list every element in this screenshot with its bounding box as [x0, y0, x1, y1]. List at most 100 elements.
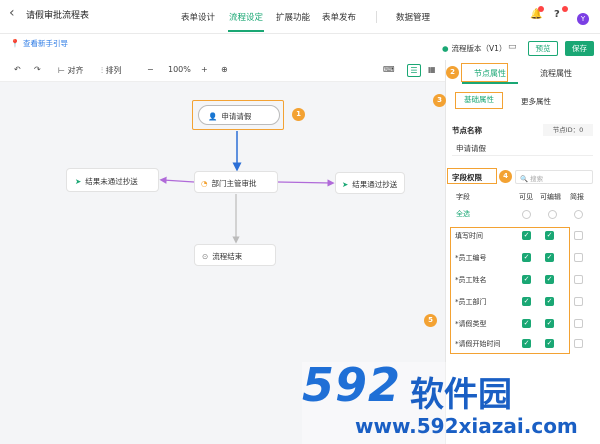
- brief-checkbox[interactable]: [574, 297, 583, 306]
- subtab-basic-properties[interactable]: 基础属性: [455, 92, 503, 109]
- watermark-brand: 软件园: [410, 375, 512, 415]
- node-flow-end[interactable]: ⊙ 流程结束: [194, 244, 276, 266]
- node-tab-underline: [462, 82, 518, 84]
- brief-checkbox[interactable]: [574, 339, 583, 348]
- watermark-number: 592: [302, 358, 402, 412]
- node-tab-highlight: [461, 63, 508, 82]
- nav-divider: [376, 11, 377, 23]
- brief-checkbox[interactable]: [574, 275, 583, 284]
- align-icon: ⊢: [58, 66, 65, 75]
- col-header-brief: 简报: [570, 193, 584, 201]
- canvas-toolbar: ↶ ↷ ⊢ 对齐 ⫶ 排列 − 100% + ⊕ ⌨ ☰ ▦: [0, 60, 445, 82]
- callout-3: 3: [433, 94, 446, 107]
- stop-icon: ⊙: [202, 252, 209, 261]
- arrange-icon: ⫶: [101, 66, 103, 75]
- zoom-in-button[interactable]: +: [201, 65, 208, 74]
- tab-flow-properties[interactable]: 流程属性: [540, 68, 572, 79]
- connector-manager-pass[interactable]: [277, 179, 335, 187]
- guide-text: 查看新手引导: [22, 39, 68, 48]
- node-apply-leave-label: 申请请假: [221, 112, 252, 121]
- field-row-label: *员工姓名: [455, 276, 487, 284]
- search-icon: 🔍: [520, 175, 531, 183]
- visible-checkbox[interactable]: ✓: [522, 319, 531, 328]
- tab-extensions[interactable]: 扩展功能: [276, 11, 310, 23]
- align-label: 对齐: [67, 66, 84, 75]
- editable-checkbox[interactable]: ✓: [545, 339, 554, 348]
- editable-checkbox[interactable]: ✓: [545, 275, 554, 284]
- list-view-icon[interactable]: ☰: [407, 64, 421, 77]
- zoom-out-button[interactable]: −: [147, 65, 154, 74]
- undo-icon[interactable]: ↶: [14, 65, 21, 74]
- top-bar: ‹ 请假审批流程表 表单设计 流程设定 扩展功能 表单发布 数据管理 🔔 ? Y: [0, 0, 600, 34]
- callout-2: 2: [446, 66, 459, 79]
- help-badge: [562, 6, 568, 12]
- subtab-more-properties[interactable]: 更多属性: [521, 96, 551, 107]
- save-button[interactable]: 保存: [565, 41, 594, 56]
- editable-checkbox[interactable]: ✓: [545, 231, 554, 240]
- field-row-label: *请假类型: [455, 320, 487, 328]
- tab-data-management[interactable]: 数据管理: [396, 11, 430, 23]
- callout-1: 1: [292, 108, 305, 121]
- col-header-visible: 可见: [519, 193, 533, 201]
- chevron-left-icon[interactable]: ‹: [9, 5, 15, 21]
- editable-checkbox[interactable]: ✓: [545, 253, 554, 262]
- notification-badge: [538, 6, 544, 12]
- node-pass-cc[interactable]: ➤ 结果通过抄送: [335, 172, 405, 194]
- node-manager-approval[interactable]: ◔ 部门主管审批: [194, 171, 278, 193]
- redo-icon[interactable]: ↷: [34, 65, 41, 74]
- col-header-editable: 可编辑: [540, 193, 561, 201]
- flow-version[interactable]: ● 流程版本（V1）: [442, 43, 506, 54]
- field-row-label: *员工部门: [455, 298, 487, 306]
- field-search-input[interactable]: 🔍 搜索: [515, 170, 593, 184]
- node-reject-cc[interactable]: ➤ 结果未通过抄送: [66, 168, 159, 192]
- brief-checkbox[interactable]: [574, 231, 583, 240]
- clock-icon: ◔: [201, 179, 208, 188]
- node-name-field[interactable]: 申请请假: [452, 140, 593, 156]
- guide-link[interactable]: 📍 查看新手引导: [10, 38, 68, 49]
- active-tab-underline: [228, 30, 264, 32]
- visible-checkbox[interactable]: ✓: [522, 231, 531, 240]
- status-dot-icon: ●: [442, 44, 449, 53]
- comment-icon[interactable]: ▭: [508, 42, 517, 52]
- callout-5: 5: [424, 314, 437, 327]
- align-button[interactable]: ⊢ 对齐: [58, 65, 84, 76]
- connector-manager-reject[interactable]: [159, 176, 195, 184]
- grid-view-icon[interactable]: ▦: [428, 65, 436, 74]
- node-id-badge: 节点ID：0: [543, 124, 593, 136]
- callout-4: 4: [499, 170, 512, 183]
- form-title: 请假审批流程表: [26, 11, 90, 21]
- visible-checkbox[interactable]: ✓: [522, 297, 531, 306]
- tab-form-publish[interactable]: 表单发布: [322, 11, 356, 23]
- field-list-highlight: [450, 227, 570, 354]
- person-icon: 👤: [208, 112, 218, 121]
- visible-checkbox[interactable]: ✓: [522, 339, 531, 348]
- field-permission-label: 字段权限: [452, 173, 482, 182]
- select-all-editable-checkbox[interactable]: [548, 210, 557, 219]
- help-icon[interactable]: ?: [554, 9, 560, 20]
- visible-checkbox[interactable]: ✓: [522, 275, 531, 284]
- arrange-label: 排列: [105, 66, 122, 75]
- preview-button[interactable]: 预览: [528, 41, 558, 56]
- editable-checkbox[interactable]: ✓: [545, 297, 554, 306]
- brief-checkbox[interactable]: [574, 253, 583, 262]
- field-row-label: *员工编号: [455, 254, 487, 262]
- brief-checkbox[interactable]: [574, 319, 583, 328]
- node-manager-approval-label: 部门主管审批: [211, 179, 257, 188]
- send-icon: ➤: [75, 177, 82, 186]
- send-icon: ➤: [342, 180, 349, 189]
- avatar[interactable]: Y: [577, 13, 589, 25]
- tab-form-design[interactable]: 表单设计: [181, 11, 215, 23]
- select-all-brief-checkbox[interactable]: [574, 210, 583, 219]
- sub-bar: 📍 查看新手引导 ● 流程版本（V1） ▭ 预览 保存: [0, 34, 600, 60]
- pin-icon: 📍: [10, 39, 20, 48]
- zoom-level: 100%: [168, 65, 191, 74]
- editable-checkbox[interactable]: ✓: [545, 319, 554, 328]
- select-all-visible-checkbox[interactable]: [522, 210, 531, 219]
- visible-checkbox[interactable]: ✓: [522, 253, 531, 262]
- node-apply-leave[interactable]: 👤 申请请假: [198, 105, 280, 125]
- keyboard-icon[interactable]: ⌨: [383, 65, 395, 74]
- select-all-link[interactable]: 全选: [456, 209, 470, 219]
- fit-view-icon[interactable]: ⊕: [221, 65, 228, 74]
- tab-flow-settings[interactable]: 流程设定: [229, 11, 263, 23]
- arrange-button[interactable]: ⫶ 排列: [101, 65, 122, 76]
